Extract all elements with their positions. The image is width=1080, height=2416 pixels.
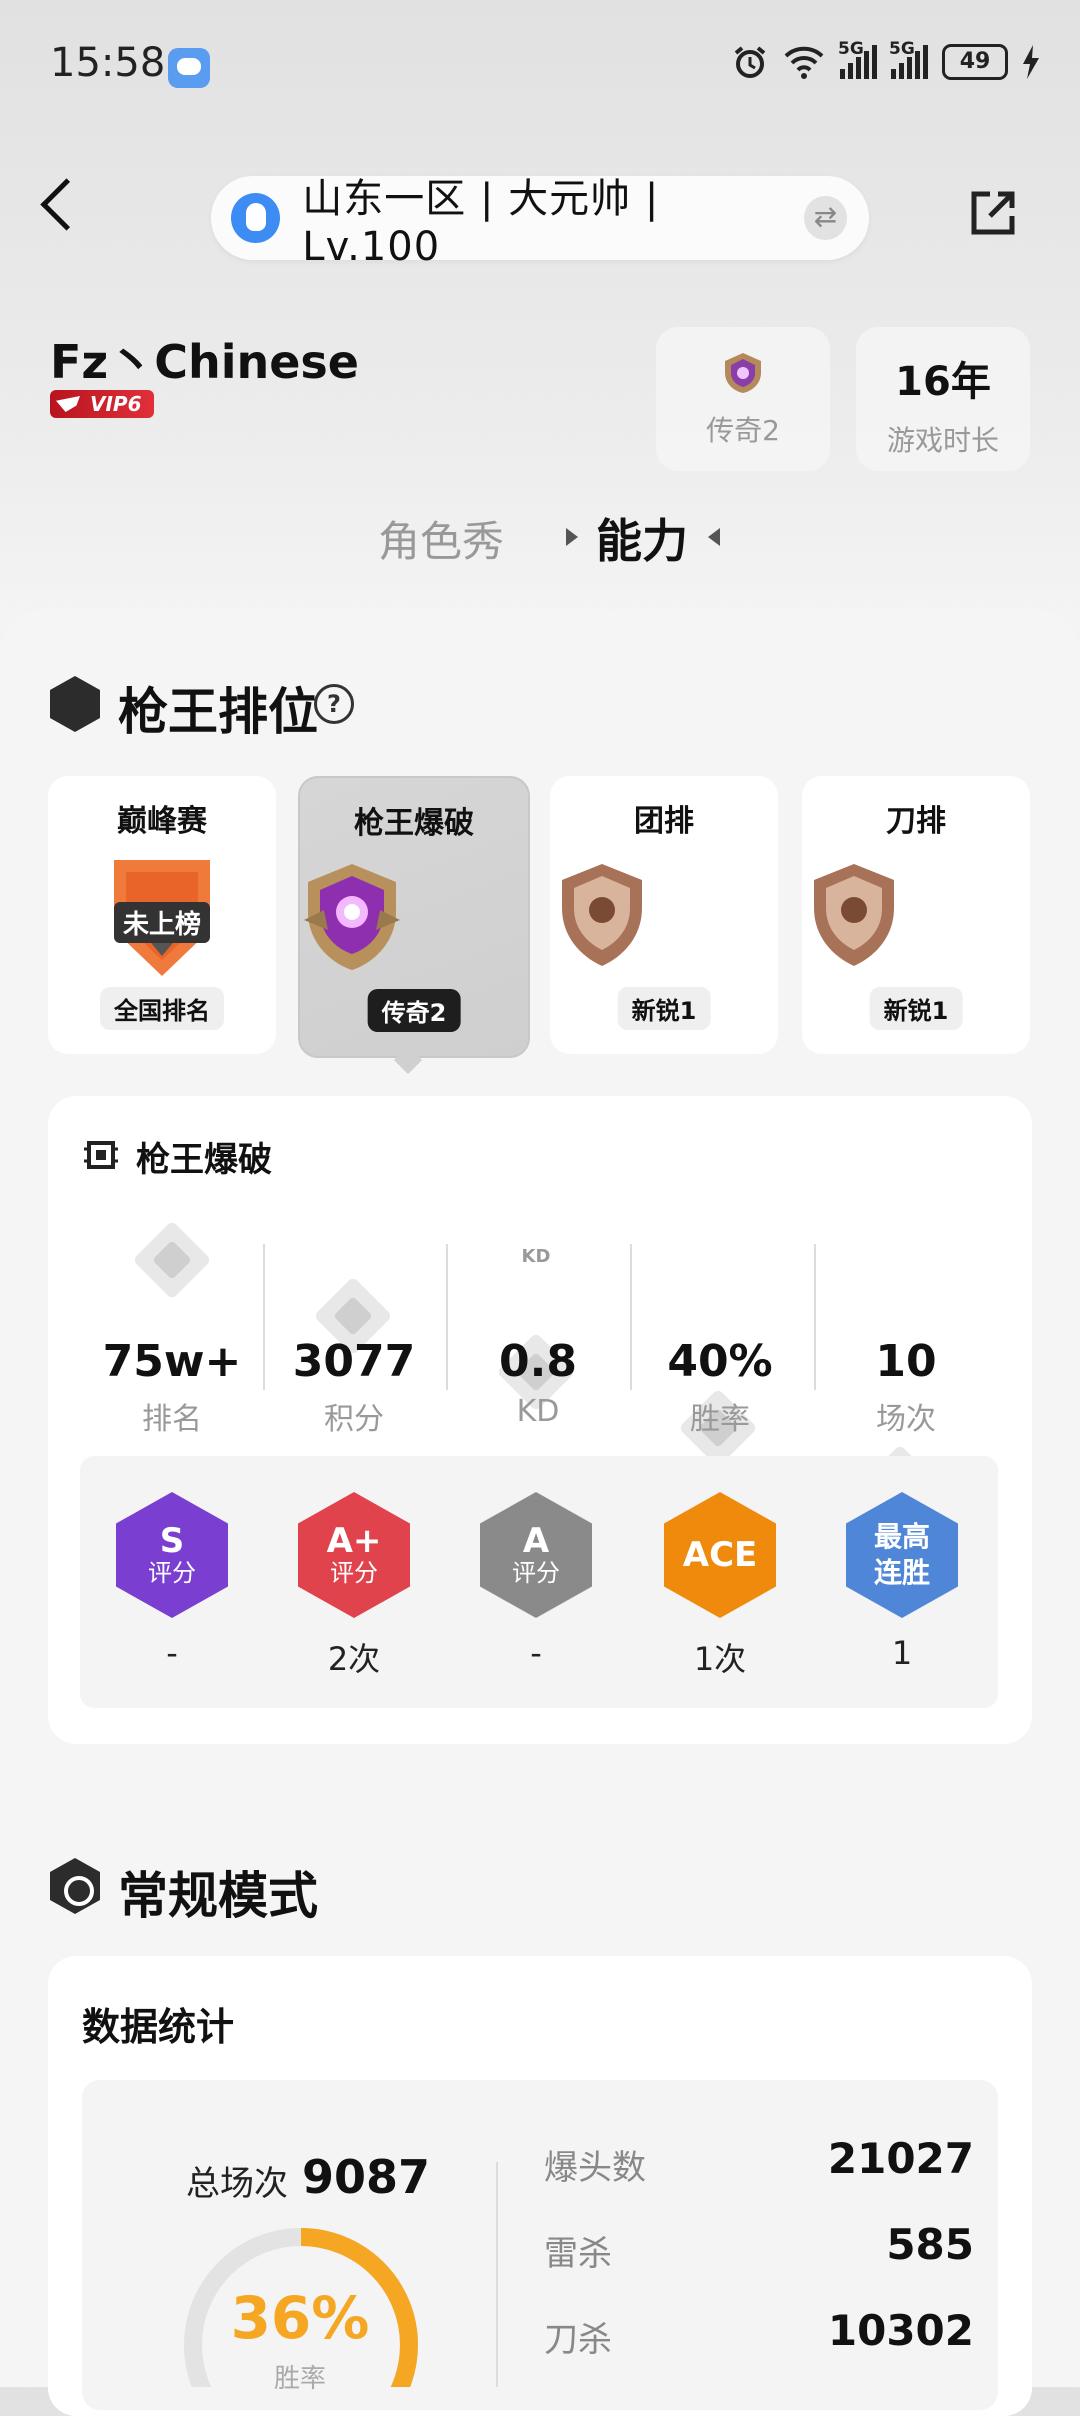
mode-tag: 新锐1 [869,987,963,1030]
detail-title: 枪王爆破 [136,1140,272,1180]
stat-points-value: 3077 [292,1336,416,1387]
stat-matches-value: 10 [875,1336,937,1387]
player-name: Fz丶Chinese [50,335,359,389]
normal-section-title: 常规模式 [118,1867,318,1925]
rank-summary-label: 传奇2 [706,414,780,447]
stat-kd-label: KD [516,1394,560,1429]
years-card: 16年 游戏时长 [856,327,1030,471]
years-value: 16年 [895,359,991,405]
stat-winrate-label: 胜率 [690,1402,750,1437]
qq-icon [231,193,281,243]
stat-matches-label: 场次 [876,1402,936,1437]
total-matches-label: 总场次 [186,2164,288,2204]
mode-card-knife[interactable]: 刀排 新锐1 [802,776,1030,1054]
mode-tag: 新锐1 [617,987,711,1030]
tab-ability[interactable]: 能力 [596,505,688,571]
stat-rank-label: 排名 [142,1402,202,1437]
mode-card-king-blast[interactable]: 枪王爆破 传奇2 [298,776,530,1058]
legend-medal-icon [304,864,400,970]
help-icon[interactable]: ? [314,684,354,724]
swap-icon[interactable]: ⇄ [803,196,847,240]
peak-badge-text: 未上榜 [114,902,210,943]
stats-title: 数据统计 [82,2005,235,2049]
stat-points-label: 积分 [324,1402,384,1437]
mode-title: 刀排 [886,804,946,839]
knife-kills-label: 刀杀 [544,2320,612,2360]
tab-indicator-left-icon [566,528,578,546]
status-icons: 5G 5G 49 [732,39,1040,80]
a-rating-count: - [530,1634,542,1672]
chip-icon [84,1141,118,1169]
tab-role-show[interactable]: 角色秀 [378,508,504,569]
knife-kills-value: 10302 [827,2306,974,2355]
ranked-section-title: 枪王排位 [118,683,318,741]
bronze-medal-icon [562,864,642,966]
rank-summary-card[interactable]: 传奇2 [656,327,830,471]
mode-card-team[interactable]: 团排 新锐1 [550,776,778,1054]
headshots-label: 爆头数 [544,2148,646,2188]
win-rate-value: 36% [230,2284,370,2352]
tab-indicator-right-icon [708,528,720,546]
alarm-icon [734,46,766,78]
grenade-kills-value: 585 [886,2220,974,2269]
normal-mode-icon-inner [64,1876,94,1906]
win-rate-label: 胜率 [273,2364,326,2394]
cell-signal-icon: 5G [838,39,877,79]
stat-rank-value: 75w+ [102,1336,242,1387]
vip-badge: VIP6 [50,390,154,418]
battery-indicator: 49 [942,44,1008,80]
server-info: 山东一区 | 大元帅 | Lv.100 [302,176,660,270]
mode-card-peak[interactable]: 巅峰赛 未上榜 全国排名 [48,776,276,1054]
mode-title: 巅峰赛 [117,804,207,839]
mode-title: 枪王爆破 [354,806,474,841]
divider [496,2162,498,2387]
win-streak-count: 1 [891,1634,913,1672]
wifi-icon [784,46,824,79]
message-notification-icon [168,48,210,88]
mode-tag: 全国排名 [100,987,224,1030]
legend-medal-icon [725,353,761,393]
headshots-value: 21027 [827,2134,974,2183]
bronze-medal-icon [814,864,894,966]
years-label: 游戏时长 [886,424,999,457]
stat-kd-value: 0.8 [499,1336,577,1387]
cell-signal-icon-2: 5G [889,39,928,79]
server-selector[interactable]: 山东一区 | 大元帅 | Lv.100 ⇄ [211,176,869,270]
grenade-kills-label: 雷杀 [544,2234,612,2274]
kd-icon-text: KD [521,1246,551,1267]
a-plus-rating-count: 2次 [327,1640,381,1678]
peak-shield-icon: 未上榜 [110,858,214,976]
total-matches-value: 9087 [302,2150,431,2204]
share-icon[interactable] [968,188,1018,238]
s-rating-count: - [166,1634,178,1672]
back-button[interactable] [40,178,93,231]
charging-icon [1023,45,1039,79]
stat-winrate-value: 40% [667,1336,773,1387]
mode-tag: 传奇2 [367,989,461,1032]
status-time: 15:58 [50,40,166,86]
mode-title: 团排 [634,804,694,839]
ace-count: 1次 [693,1640,747,1678]
